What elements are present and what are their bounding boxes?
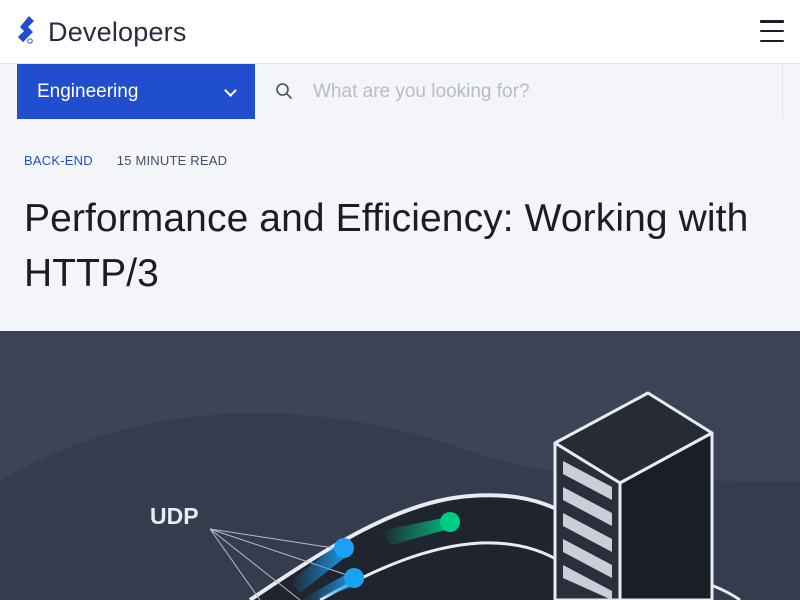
packet-blue-1: [334, 538, 354, 558]
category-dropdown-label: Engineering: [37, 80, 139, 102]
packet-green: [440, 512, 460, 532]
article-title: Performance and Efficiency: Working with…: [24, 197, 749, 295]
toptal-logo-icon: [18, 16, 34, 44]
server-tower: [553, 391, 714, 600]
article-meta: BACK-END 15 MINUTE READ: [24, 153, 227, 168]
top-navigation-bar: Developers: [0, 0, 800, 64]
http3-illustration: UDP: [0, 391, 800, 600]
hamburger-menu-icon[interactable]: [760, 20, 784, 42]
category-dropdown[interactable]: Engineering: [17, 64, 255, 119]
search-input[interactable]: [311, 74, 771, 109]
brand-name: Developers: [48, 17, 187, 47]
article-header: BACK-END 15 MINUTE READ Performance and …: [0, 119, 800, 331]
read-time: 15 MINUTE READ: [116, 153, 228, 168]
chevron-down-icon: [224, 84, 237, 97]
developers-logo-link[interactable]: Developers: [14, 14, 187, 50]
filter-bar: Engineering: [0, 64, 800, 119]
udp-label: UDP: [150, 503, 199, 529]
search-box: [255, 64, 783, 119]
hero-illustration: UDP: [0, 331, 800, 600]
packet-blue-2: [344, 568, 364, 588]
article-category-link[interactable]: BACK-END: [24, 153, 93, 168]
search-icon[interactable]: [275, 82, 293, 100]
